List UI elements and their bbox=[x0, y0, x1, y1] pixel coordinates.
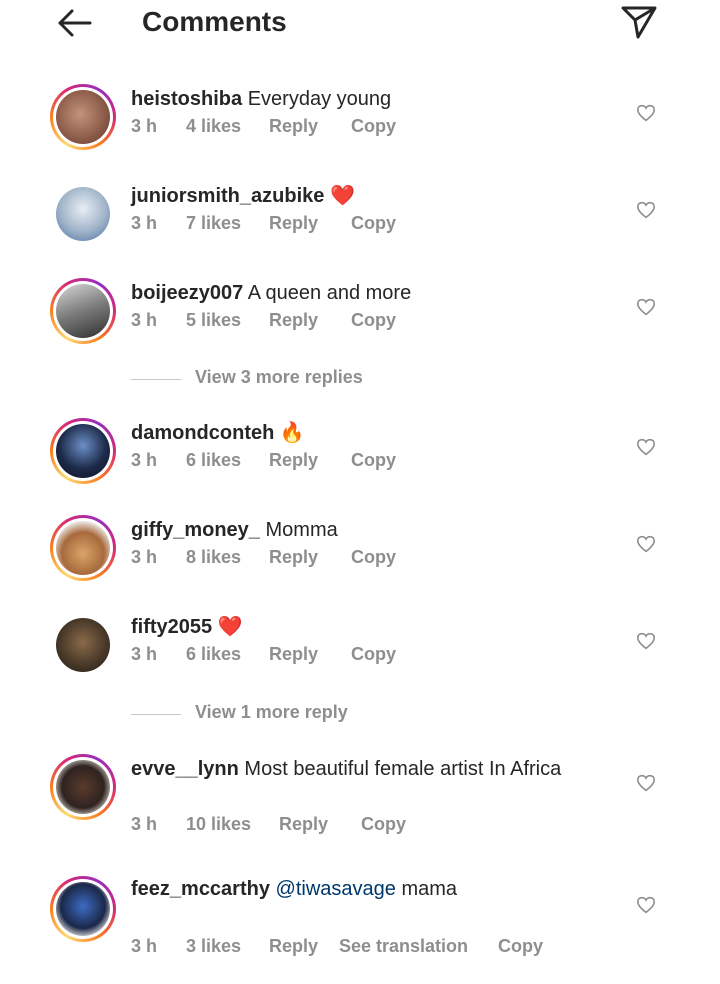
comment-item: evve__lynn Most beautiful female artist … bbox=[0, 754, 720, 834]
reply-button[interactable]: Reply bbox=[269, 213, 318, 234]
comment-likes[interactable]: 6 likes bbox=[186, 644, 241, 665]
copy-button[interactable]: Copy bbox=[351, 547, 396, 568]
comment-username[interactable]: fifty2055 bbox=[131, 616, 212, 638]
comment-username[interactable]: heistoshiba bbox=[131, 88, 242, 110]
heart-icon[interactable] bbox=[636, 632, 656, 650]
reply-button[interactable]: Reply bbox=[269, 547, 318, 568]
comment-time: 3 h bbox=[131, 814, 158, 834]
heart-icon[interactable] bbox=[636, 774, 656, 792]
comment-username[interactable]: evve__lynn bbox=[131, 758, 239, 780]
comment-likes[interactable]: 3 likes bbox=[186, 936, 241, 957]
avatar[interactable] bbox=[50, 418, 116, 484]
reply-button[interactable]: Reply bbox=[279, 814, 328, 835]
comment-time: 3 h bbox=[131, 310, 158, 330]
view-replies-label[interactable]: View 1 more reply bbox=[195, 702, 348, 723]
divider bbox=[131, 714, 181, 715]
heart-icon[interactable] bbox=[636, 104, 656, 122]
copy-button[interactable]: Copy bbox=[351, 644, 396, 665]
comment-item: damondconteh 🔥 3 h 6 likes Reply Copy bbox=[0, 418, 720, 498]
comment-username[interactable]: damondconteh bbox=[131, 422, 274, 444]
comment-time: 3 h bbox=[131, 116, 158, 136]
avatar[interactable] bbox=[50, 876, 116, 942]
comment-time: 3 h bbox=[131, 213, 158, 233]
avatar[interactable] bbox=[50, 278, 116, 344]
divider bbox=[131, 379, 181, 380]
copy-button[interactable]: Copy bbox=[351, 450, 396, 471]
comment-text: A queen and more bbox=[247, 282, 412, 304]
reply-button[interactable]: Reply bbox=[269, 450, 318, 471]
comment-text: Everyday young bbox=[247, 88, 392, 110]
comment-item: fifty2055 ❤️ 3 h 6 likes Reply Copy bbox=[0, 612, 720, 692]
reply-button[interactable]: Reply bbox=[269, 936, 318, 957]
reply-button[interactable]: Reply bbox=[269, 116, 318, 137]
comment-likes[interactable]: 8 likes bbox=[186, 547, 241, 568]
avatar[interactable] bbox=[50, 515, 116, 581]
heart-icon[interactable] bbox=[636, 896, 656, 914]
avatar[interactable] bbox=[50, 84, 116, 150]
copy-button[interactable]: Copy bbox=[351, 213, 396, 234]
copy-button[interactable]: Copy bbox=[498, 936, 543, 957]
comment-likes[interactable]: 6 likes bbox=[186, 450, 241, 471]
page-title: Comments bbox=[142, 6, 287, 37]
back-arrow-icon[interactable] bbox=[56, 8, 94, 38]
comment-item: boijeezy007 A queen and more 3 h 5 likes… bbox=[0, 278, 720, 358]
comment-mention[interactable]: @tiwasavage bbox=[276, 878, 396, 900]
comment-item: giffy_money_ Momma 3 h 8 likes Reply Cop… bbox=[0, 515, 720, 595]
header-bar: Comments bbox=[0, 0, 720, 48]
reply-button[interactable]: Reply bbox=[269, 644, 318, 665]
avatar[interactable] bbox=[50, 181, 116, 247]
comment-time: 3 h bbox=[131, 547, 158, 567]
comment-likes[interactable]: 5 likes bbox=[186, 310, 241, 331]
heart-icon[interactable] bbox=[636, 535, 656, 553]
comment-text: mama bbox=[401, 878, 458, 900]
comment-text: ❤️ bbox=[329, 185, 355, 207]
comment-text: ❤️ bbox=[217, 616, 243, 638]
comment-username[interactable]: giffy_money_ bbox=[131, 519, 260, 541]
comment-text: Most beautiful female artist In Africa bbox=[244, 758, 562, 780]
comment-time: 3 h bbox=[131, 644, 158, 664]
copy-button[interactable]: Copy bbox=[351, 116, 396, 137]
heart-icon[interactable] bbox=[636, 201, 656, 219]
reply-button[interactable]: Reply bbox=[269, 310, 318, 331]
view-replies-label[interactable]: View 3 more replies bbox=[195, 367, 363, 388]
comment-likes[interactable]: 4 likes bbox=[186, 116, 241, 137]
heart-icon[interactable] bbox=[636, 438, 656, 456]
comment-likes[interactable]: 7 likes bbox=[186, 213, 241, 234]
comment-username[interactable]: feez_mccarthy bbox=[131, 878, 270, 900]
comment-likes[interactable]: 10 likes bbox=[186, 814, 251, 835]
avatar[interactable] bbox=[50, 754, 116, 820]
comment-text: 🔥 bbox=[279, 422, 305, 444]
copy-button[interactable]: Copy bbox=[361, 814, 406, 835]
see-translation-button[interactable]: See translation bbox=[339, 936, 468, 957]
comment-text: Momma bbox=[265, 519, 338, 541]
heart-icon[interactable] bbox=[636, 298, 656, 316]
comment-item: juniorsmith_azubike ❤️ 3 h 7 likes Reply… bbox=[0, 181, 720, 261]
comment-item: feez_mccarthy @tiwasavage mama 3 h 3 lik… bbox=[0, 876, 720, 956]
copy-button[interactable]: Copy bbox=[351, 310, 396, 331]
comment-item: heistoshiba Everyday young 3 h 4 likes R… bbox=[0, 84, 720, 164]
comment-username[interactable]: juniorsmith_azubike bbox=[131, 185, 324, 207]
paper-plane-icon[interactable] bbox=[620, 4, 658, 40]
comment-time: 3 h bbox=[131, 450, 158, 470]
comment-username[interactable]: boijeezy007 bbox=[131, 282, 243, 304]
avatar[interactable] bbox=[50, 612, 116, 678]
comment-time: 3 h bbox=[131, 936, 158, 956]
